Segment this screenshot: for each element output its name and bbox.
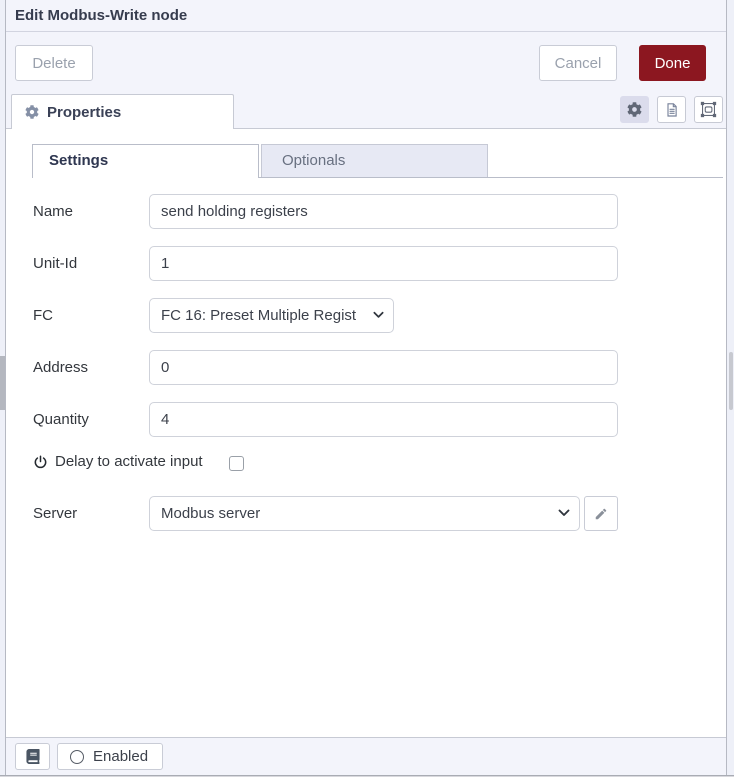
- quantity-label: Quantity: [33, 402, 145, 437]
- unit-id-input[interactable]: [149, 246, 618, 281]
- left-scrollbar-thumb[interactable]: [0, 356, 5, 410]
- book-icon: [26, 749, 40, 764]
- fc-select-wrap: FC 16: Preset Multiple Regist: [149, 298, 394, 333]
- gear-icon: [25, 105, 39, 119]
- settings-tab-bar: Settings Optionals: [32, 144, 723, 178]
- quantity-row: Quantity: [6, 402, 726, 437]
- name-label: Name: [33, 194, 145, 229]
- editor-tab-bar: Properties: [6, 91, 726, 129]
- server-select-wrap: Modbus server: [149, 496, 580, 531]
- file-text-icon: [664, 102, 680, 118]
- server-row: Server Modbus server: [6, 496, 726, 531]
- fc-select[interactable]: FC 16: Preset Multiple Regist: [149, 298, 394, 333]
- done-button[interactable]: Done: [639, 45, 706, 81]
- enabled-toggle-button[interactable]: Enabled: [57, 743, 163, 770]
- unit-id-row: Unit-Id: [6, 246, 726, 281]
- gear-icon: [627, 102, 642, 117]
- properties-panel: Settings Optionals Name Unit-Id FC FC 16…: [6, 129, 726, 737]
- server-label: Server: [33, 496, 145, 531]
- server-select[interactable]: Modbus server: [149, 496, 580, 531]
- circle-toggle-icon: [70, 750, 84, 764]
- name-row: Name: [6, 194, 726, 229]
- tab-optionals[interactable]: Optionals: [261, 144, 488, 177]
- tab-properties-label: Properties: [47, 104, 121, 121]
- tab-settings[interactable]: Settings: [32, 144, 259, 178]
- fc-row: FC FC 16: Preset Multiple Regist: [6, 298, 726, 333]
- pencil-icon: [594, 507, 608, 521]
- edit-server-button[interactable]: [584, 496, 618, 531]
- appearance-button[interactable]: [694, 96, 723, 123]
- dialog-footer: Enabled: [6, 737, 726, 775]
- right-scrollbar-thumb[interactable]: [729, 352, 733, 410]
- power-icon: [33, 454, 48, 470]
- delay-row: Delay to activate input: [6, 453, 726, 475]
- cancel-button[interactable]: Cancel: [539, 45, 617, 81]
- node-docs-button[interactable]: [15, 743, 50, 770]
- fc-label: FC: [33, 298, 145, 333]
- dialog-toolbar: Delete Cancel Done: [6, 32, 726, 91]
- address-label: Address: [33, 350, 145, 385]
- page-title: Edit Modbus-Write node: [6, 0, 726, 32]
- delay-checkbox[interactable]: [229, 456, 244, 471]
- enabled-label: Enabled: [93, 748, 148, 765]
- address-row: Address: [6, 350, 726, 385]
- appearance-frame-icon: [700, 101, 717, 118]
- tab-properties[interactable]: Properties: [11, 94, 234, 129]
- delay-label: Delay to activate input: [55, 453, 203, 470]
- description-button[interactable]: [657, 96, 686, 123]
- delete-button[interactable]: Delete: [15, 45, 93, 81]
- properties-view-button[interactable]: [620, 96, 649, 123]
- name-input[interactable]: [149, 194, 618, 229]
- unit-id-label: Unit-Id: [33, 246, 145, 281]
- address-input[interactable]: [149, 350, 618, 385]
- edit-node-dialog: Edit Modbus-Write node Delete Cancel Don…: [5, 0, 727, 775]
- quantity-input[interactable]: [149, 402, 618, 437]
